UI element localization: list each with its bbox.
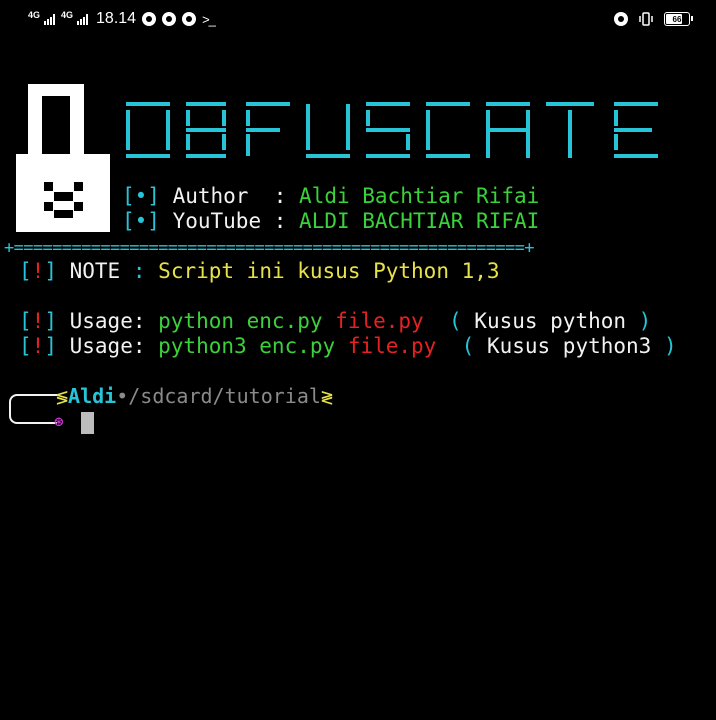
note-colon: : [132,259,146,283]
network-type-2: 4G [61,10,74,20]
prompt-dot: • [116,384,129,408]
prompt-line: ≶Aldi•/sdcard/tutorial≷ [56,384,333,408]
usage2-label: Usage: [69,334,146,358]
usage1-label: Usage: [69,309,146,333]
whatsapp-icon [142,12,157,26]
note-line: [!] NOTE : Script ini kusus Python 1,3 [19,259,500,283]
separator-line: +=======================================… [4,238,535,258]
usage2-comment: Kusus python3 [486,334,652,358]
note-bracket-close: ] [44,259,57,283]
battery-icon: 66 [664,12,693,26]
prompt-user: Aldi [68,384,117,408]
prompt-open: ≶ [56,384,69,408]
note-text: Script ini kusus Python 1,3 [158,259,500,283]
author-value: Aldi Bachtiar Rifai [299,184,540,208]
usage2-command: python3 enc.py [158,334,336,358]
prompt-close: ≷ [320,384,333,408]
vibrate-icon [639,12,653,26]
prompt-frame [9,394,57,424]
youtube-label: YouTube : [172,209,287,233]
youtube-line: [•] YouTube : ALDI BACHTIAR RIFAI [122,209,539,233]
terminal-cursor[interactable] [81,412,94,434]
signal-icon [44,13,56,25]
author-label: Author : [172,184,287,208]
prompt-symbol-line: ⊛ [54,410,64,434]
lock-icon [16,84,110,232]
usage2-bang: ! [31,334,45,358]
status-bar: 4G 4G 18.14 >_ 66 [0,0,716,40]
network-type-1: 4G [28,10,41,20]
usage2-file: file.py [347,334,437,358]
author-line: [•] Author : Aldi Bachtiar Rifai [122,184,539,208]
usage1-file: file.py [335,309,424,333]
signal-icon-2 [77,13,89,25]
usage1-paren-close: ) [638,309,652,333]
usage1-command: python enc.py [158,309,323,333]
usage1-bracket-open: [ [19,309,32,333]
banner-title [126,102,658,158]
usage1-paren-open: ( [448,309,462,333]
note-bracket-open: [ [19,259,32,283]
prompt-symbol: ⊛ [54,412,64,431]
usage2-bracket-open: [ [19,334,32,358]
usage2-bracket-close: ] [44,334,57,358]
alarm-icon [162,12,177,26]
status-left: 4G 4G 18.14 >_ [28,10,216,28]
usage1-comment: Kusus python [474,309,627,333]
terminal-icon: >_ [202,11,216,27]
usage-line-2: [!] Usage: python3 enc.py file.py ( Kusu… [19,334,677,358]
usage1-bracket-close: ] [44,309,57,333]
clock: 18.14 [96,10,137,27]
author-bullet: [•] [122,184,160,208]
telegram-icon [182,12,197,26]
youtube-bullet: [•] [122,209,160,233]
status-right: 66 [614,12,693,26]
note-bang: ! [31,259,45,283]
prompt-path: /sdcard/tutorial [128,384,321,408]
usage2-paren-close: ) [663,334,677,358]
note-label: NOTE [69,259,121,283]
alarm-clock-icon [614,12,628,26]
usage2-paren-open: ( [461,334,475,358]
battery-level: 66 [672,14,682,24]
usage1-bang: ! [31,309,45,333]
usage-line-1: [!] Usage: python enc.py file.py ( Kusus… [19,309,651,333]
youtube-value: ALDI BACHTIAR RIFAI [299,209,540,233]
